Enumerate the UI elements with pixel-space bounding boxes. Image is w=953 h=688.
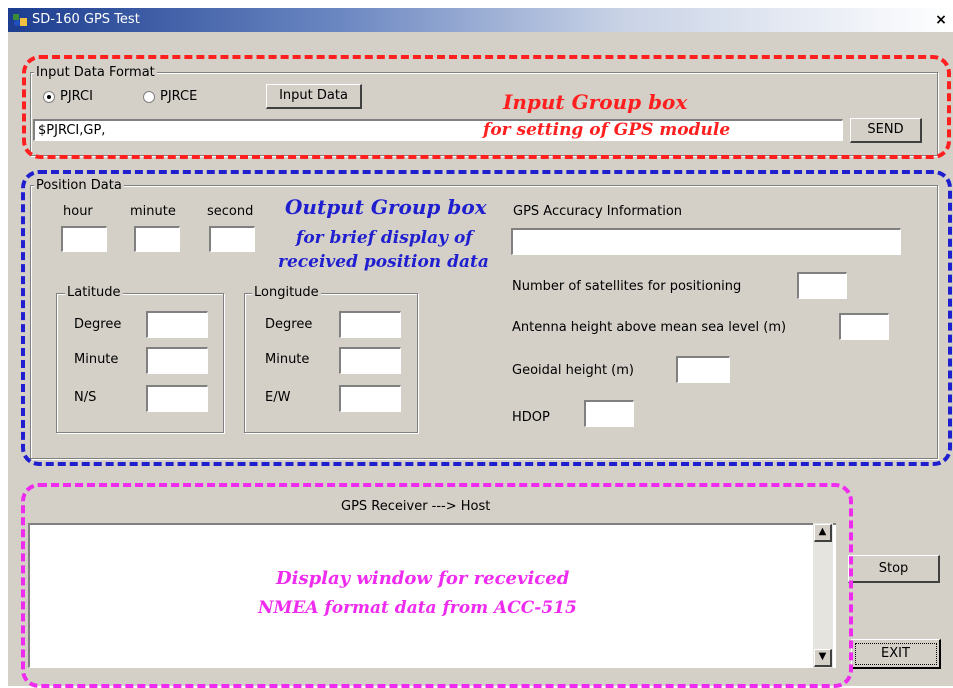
input-annotation-subtitle: for setting of GPS module (483, 120, 731, 140)
accuracy-field[interactable] (511, 228, 901, 255)
second-field[interactable] (209, 226, 255, 252)
input-data-button[interactable]: Input Data (266, 84, 362, 109)
minute-field[interactable] (134, 226, 180, 252)
scroll-up-button[interactable]: ▲ (814, 524, 832, 542)
exit-button[interactable]: EXIT (851, 639, 941, 669)
lon-ew-field[interactable] (339, 385, 401, 412)
app-window: SD-160 GPS Test × Input Data Format PJRC… (8, 8, 953, 688)
latitude-label: Latitude (65, 285, 123, 300)
antenna-field[interactable] (839, 313, 889, 340)
radio-pjrci-label[interactable]: PJRCI (60, 89, 93, 105)
receiver-label: GPS Receiver ---> Host (341, 499, 491, 514)
output-annotation-sub2: received position data (278, 252, 489, 272)
satellites-field[interactable] (797, 272, 847, 299)
position-group-label: Position Data (34, 178, 124, 193)
lat-ns-field[interactable] (146, 385, 208, 412)
lon-degree-field[interactable] (339, 311, 401, 338)
input-annotation-title: Input Group box (503, 90, 688, 114)
antenna-label: Antenna height above mean sea level (m) (512, 320, 787, 335)
stop-button[interactable]: Stop (848, 555, 940, 583)
radio-pjrci[interactable] (43, 91, 55, 103)
lat-minute-label: Minute (74, 352, 119, 367)
display-annotation-line1: Display window for receviced (276, 568, 570, 589)
lat-degree-field[interactable] (146, 311, 208, 338)
vertical-scrollbar[interactable]: ▲ ▼ (813, 523, 833, 668)
app-icon (13, 14, 27, 26)
display-annotation-line2: NMEA format data from ACC-515 (258, 598, 577, 618)
output-annotation-title: Output Group box (285, 195, 487, 219)
close-icon[interactable]: × (933, 12, 949, 28)
lon-minute-field[interactable] (339, 347, 401, 374)
lat-minute-field[interactable] (146, 347, 208, 374)
send-button[interactable]: SEND (850, 118, 922, 143)
window-title: SD-160 GPS Test (32, 12, 140, 27)
radio-selected-dot (47, 95, 51, 99)
second-label: second (207, 204, 254, 219)
accuracy-label: GPS Accuracy Information (513, 204, 683, 219)
hdop-field[interactable] (584, 400, 634, 427)
input-data-format-group (30, 72, 938, 156)
satellites-label: Number of satellites for positioning (512, 279, 742, 294)
lat-degree-label: Degree (74, 317, 122, 332)
minute-label: minute (130, 204, 176, 219)
lon-degree-label: Degree (265, 317, 313, 332)
title-bar[interactable]: SD-160 GPS Test × (8, 8, 953, 32)
lat-ns-label: N/S (74, 390, 97, 405)
lon-minute-label: Minute (265, 352, 310, 367)
hdop-label: HDOP (512, 410, 550, 425)
lon-ew-label: E/W (265, 390, 291, 405)
radio-pjrce[interactable] (143, 91, 155, 103)
receiver-display[interactable] (28, 523, 836, 668)
command-input-value: $PJRCI,GP, (38, 123, 106, 138)
geoidal-label: Geoidal height (m) (512, 363, 634, 378)
longitude-label: Longitude (252, 285, 321, 300)
hour-field[interactable] (61, 226, 107, 252)
output-annotation-sub1: for brief display of (296, 228, 473, 248)
hour-label: hour (63, 204, 93, 219)
geoidal-field[interactable] (676, 356, 730, 383)
scroll-down-button[interactable]: ▼ (814, 649, 832, 667)
input-group-label: Input Data Format (34, 65, 157, 80)
radio-pjrce-label[interactable]: PJRCE (160, 89, 197, 105)
